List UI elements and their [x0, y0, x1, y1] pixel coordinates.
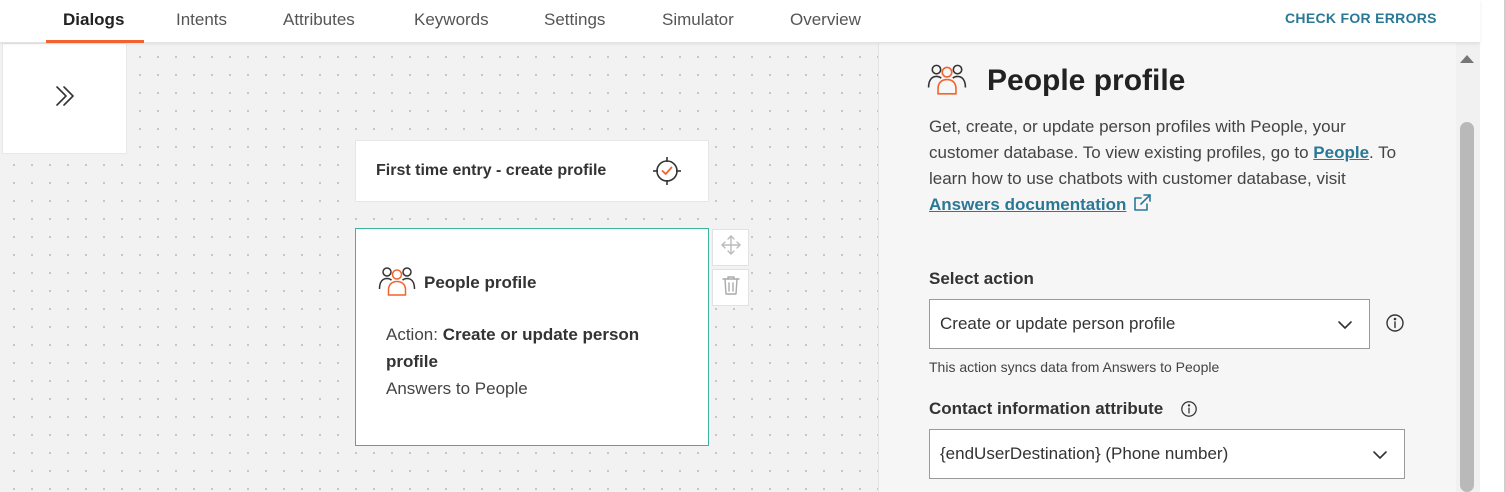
people-node-header: People profile	[378, 264, 536, 301]
panel-scrollbar-thumb[interactable]	[1460, 122, 1474, 492]
top-tab-bar: Dialogs Intents Attributes Keywords Sett…	[0, 0, 1480, 43]
expand-sidebar-button[interactable]	[2, 43, 127, 154]
select-action-label: Select action	[929, 269, 1034, 288]
people-node-title: People profile	[424, 272, 537, 292]
contact-attribute-value: {endUserDestination} (Phone number)	[940, 444, 1229, 463]
people-icon	[378, 264, 416, 301]
people-link[interactable]: People	[1313, 143, 1369, 162]
select-action-hint: This action syncs data from Answers to P…	[929, 359, 1220, 375]
tab-overview[interactable]: Overview	[790, 10, 861, 30]
delete-node-button[interactable]	[712, 269, 749, 306]
tab-attributes[interactable]: Attributes	[283, 10, 355, 30]
entry-node-title: First time entry - create profile	[376, 162, 607, 179]
tab-intents[interactable]: Intents	[176, 10, 227, 30]
people-icon	[927, 61, 967, 100]
tab-settings[interactable]: Settings	[544, 10, 605, 30]
people-node-subtitle: Answers to People	[386, 379, 528, 398]
chevron-down-icon	[1337, 317, 1353, 338]
tab-simulator[interactable]: Simulator	[662, 10, 734, 30]
action-prefix: Action:	[386, 325, 443, 344]
double-chevron-right-icon	[53, 84, 77, 113]
panel-title: People profile	[987, 63, 1186, 97]
check-for-errors-button[interactable]: CHECK FOR ERRORS	[1285, 10, 1437, 26]
chevron-down-icon	[1372, 447, 1388, 468]
contact-attribute-dropdown[interactable]: {endUserDestination} (Phone number)	[929, 429, 1405, 479]
people-profile-node[interactable]: People profile Action: Create or update …	[355, 228, 709, 446]
active-tab-indicator	[46, 40, 144, 43]
select-action-value: Create or update person profile	[940, 314, 1176, 333]
panel-header: People profile	[927, 61, 1185, 100]
window-right-edge	[1480, 0, 1506, 492]
info-icon[interactable]	[1385, 313, 1405, 338]
scroll-up-arrow[interactable]	[1460, 55, 1474, 63]
target-check-icon	[652, 156, 682, 191]
properties-panel: People profile Get, create, or update pe…	[878, 43, 1456, 492]
people-node-body: Action: Create or update person profile …	[386, 321, 686, 402]
answers-documentation-link[interactable]: Answers documentation	[929, 195, 1126, 214]
external-link-icon[interactable]	[1132, 193, 1152, 221]
move-icon	[720, 234, 742, 261]
trash-icon	[720, 274, 742, 301]
tab-keywords[interactable]: Keywords	[414, 10, 489, 30]
description-text-1: Get, create, or update person profiles w…	[929, 117, 1346, 162]
tab-dialogs[interactable]: Dialogs	[63, 10, 124, 30]
panel-description: Get, create, or update person profiles w…	[929, 114, 1399, 221]
flow-canvas[interactable]: First time entry - create profile People…	[0, 43, 878, 492]
entry-point-node[interactable]: First time entry - create profile	[355, 140, 709, 202]
info-icon[interactable]	[1180, 400, 1198, 423]
select-action-dropdown[interactable]: Create or update person profile	[929, 299, 1370, 349]
contact-attribute-label: Contact information attribute	[929, 399, 1164, 418]
move-node-button[interactable]	[712, 229, 749, 266]
